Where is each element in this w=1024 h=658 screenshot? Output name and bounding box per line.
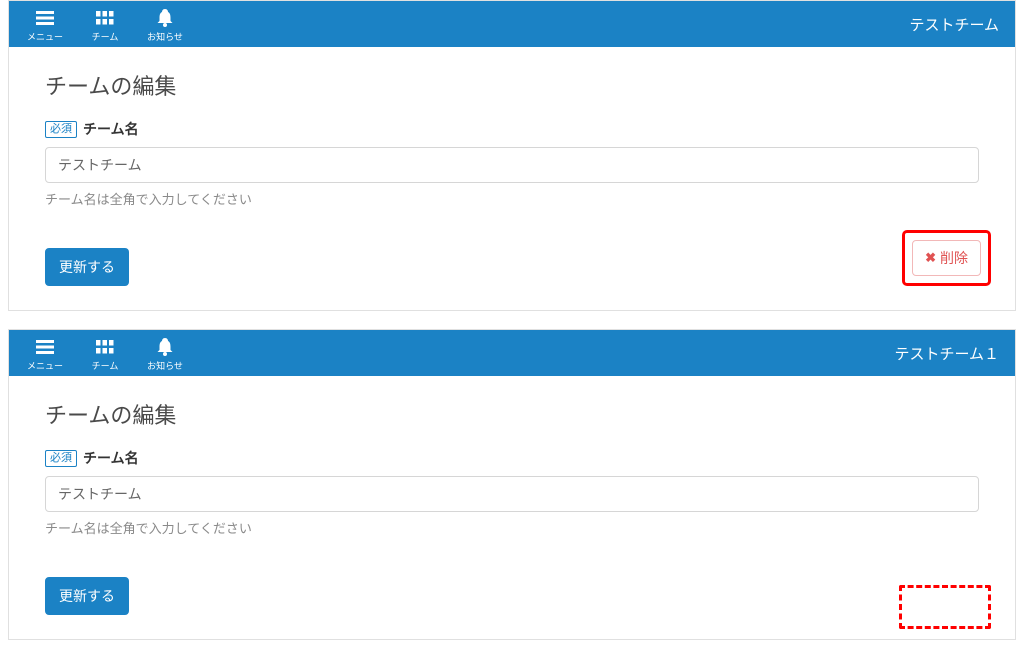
topbar: メニュー チーム お知らせ テストチーム１ — [9, 330, 1015, 376]
delete-area: ✖ 削除 — [902, 230, 991, 286]
nav-items: メニュー チーム お知らせ — [17, 333, 193, 374]
menu-icon — [36, 337, 54, 357]
field-label: チーム名 — [83, 119, 139, 139]
menu-icon — [36, 8, 54, 28]
bell-icon — [157, 8, 173, 28]
team-edit-panel-2: メニュー チーム お知らせ テストチーム１ チームの編集 必須 チーム名 チー — [8, 329, 1016, 640]
nav-menu[interactable]: メニュー — [17, 333, 73, 374]
grid-icon — [96, 8, 114, 28]
content-area: チームの編集 必須 チーム名 チーム名は全角で入力してください 更新する — [9, 376, 1015, 639]
nav-notice-label: お知らせ — [147, 359, 183, 372]
help-text: チーム名は全角で入力してください — [45, 189, 979, 208]
delete-button[interactable]: ✖ 削除 — [912, 240, 981, 276]
team-name-input[interactable] — [45, 476, 979, 512]
nav-menu[interactable]: メニュー — [17, 4, 73, 45]
team-display-name: テストチーム — [909, 14, 999, 35]
content-area: チームの編集 必須 チーム名 チーム名は全角で入力してください 更新する ✖ 削… — [9, 47, 1015, 310]
nav-team[interactable]: チーム — [77, 4, 133, 45]
highlight-frame: ✖ 削除 — [902, 230, 991, 286]
update-button[interactable]: 更新する — [45, 248, 129, 286]
field-label: チーム名 — [83, 448, 139, 468]
topbar: メニュー チーム お知らせ テストチーム — [9, 1, 1015, 47]
nav-notice[interactable]: お知らせ — [137, 4, 193, 45]
nav-items: メニュー チーム お知らせ — [17, 4, 193, 45]
grid-icon — [96, 337, 114, 357]
nav-team-label: チーム — [92, 30, 119, 43]
team-edit-panel-1: メニュー チーム お知らせ テストチーム チームの編集 必須 チーム名 チーム — [8, 0, 1016, 311]
delete-label: 削除 — [940, 248, 968, 268]
required-badge: 必須 — [45, 121, 77, 138]
nav-team-label: チーム — [92, 359, 119, 372]
nav-notice[interactable]: お知らせ — [137, 333, 193, 374]
help-text: チーム名は全角で入力してください — [45, 518, 979, 537]
nav-menu-label: メニュー — [27, 30, 63, 43]
nav-menu-label: メニュー — [27, 359, 63, 372]
update-button[interactable]: 更新する — [45, 577, 129, 615]
page-title: チームの編集 — [45, 69, 979, 101]
required-badge: 必須 — [45, 450, 77, 467]
nav-notice-label: お知らせ — [147, 30, 183, 43]
missing-delete-highlight — [899, 585, 991, 629]
field-label-row: 必須 チーム名 — [45, 448, 979, 468]
bell-icon — [157, 337, 173, 357]
team-display-name: テストチーム１ — [894, 343, 999, 364]
page-title: チームの編集 — [45, 398, 979, 430]
field-label-row: 必須 チーム名 — [45, 119, 979, 139]
nav-team[interactable]: チーム — [77, 333, 133, 374]
close-icon: ✖ — [925, 250, 936, 266]
team-name-input[interactable] — [45, 147, 979, 183]
